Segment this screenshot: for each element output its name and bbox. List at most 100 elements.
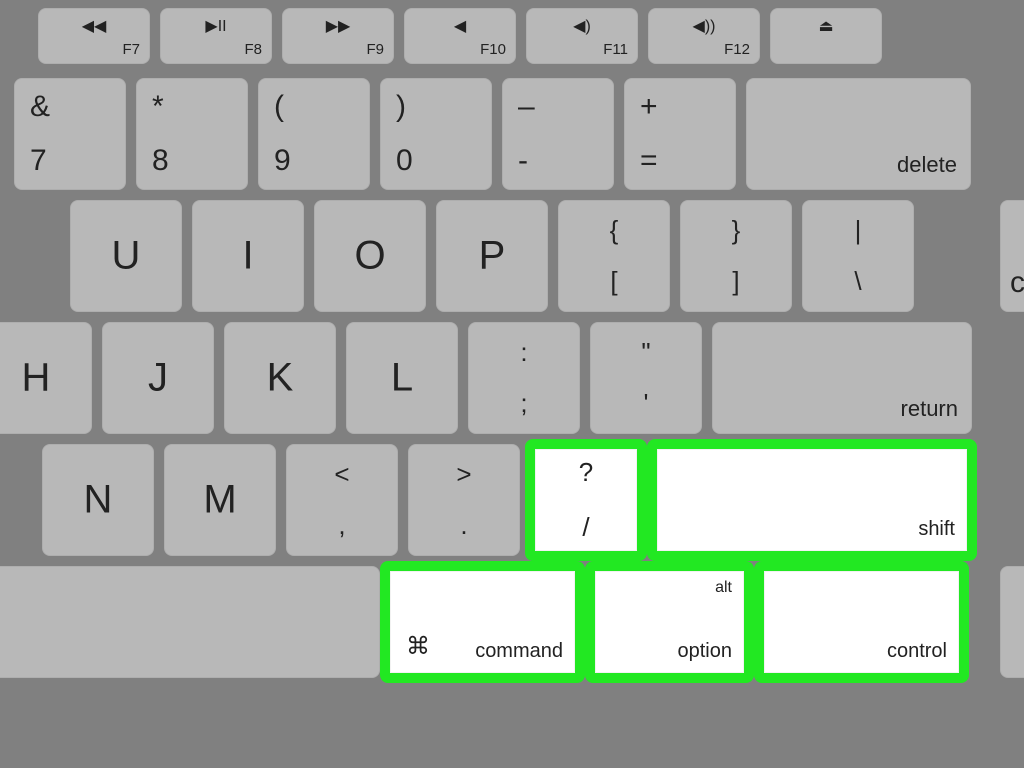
key-symbol: ]: [732, 266, 739, 297]
key-8[interactable]: * 8: [136, 78, 248, 190]
key-symbol: 8: [152, 144, 169, 178]
key-backslash[interactable]: | \: [802, 200, 914, 312]
key-h[interactable]: H: [0, 322, 92, 434]
key-letter: M: [203, 478, 236, 523]
key-partial-right[interactable]: c: [1000, 200, 1024, 312]
key-label: F9: [366, 41, 384, 58]
key-control[interactable]: control: [754, 561, 969, 683]
key-f7[interactable]: ◀◀ F7: [38, 8, 150, 64]
key-letter: U: [112, 234, 141, 279]
key-symbol: >: [456, 459, 471, 490]
key-7[interactable]: & 7: [14, 78, 126, 190]
key-symbol: \: [854, 266, 861, 297]
key-u[interactable]: U: [70, 200, 182, 312]
key-o[interactable]: O: [314, 200, 426, 312]
key-return[interactable]: return: [712, 322, 972, 434]
fastforward-icon: ▶▶: [326, 16, 351, 36]
key-eject[interactable]: ⏏: [770, 8, 882, 64]
volup-icon: ◀)): [693, 16, 716, 36]
key-k[interactable]: K: [224, 322, 336, 434]
key-m[interactable]: M: [164, 444, 276, 556]
key-f11[interactable]: ◀) F11: [526, 8, 638, 64]
key-j[interactable]: J: [102, 322, 214, 434]
key-label: option: [678, 640, 733, 663]
key-command[interactable]: ⌘ command: [380, 561, 585, 683]
key-label: F8: [244, 41, 262, 58]
key-p[interactable]: P: [436, 200, 548, 312]
key-symbol: |: [855, 215, 862, 246]
key-period[interactable]: > .: [408, 444, 520, 556]
key-n[interactable]: N: [42, 444, 154, 556]
key-spacebar-partial[interactable]: [0, 566, 380, 678]
key-symbol: ?: [579, 457, 593, 488]
key-symbol: 7: [30, 144, 47, 178]
key-letter: O: [354, 234, 385, 279]
key-0[interactable]: ) 0: [380, 78, 492, 190]
key-comma[interactable]: < ,: [286, 444, 398, 556]
key-label: F11: [603, 41, 628, 58]
key-f12[interactable]: ◀)) F12: [648, 8, 760, 64]
key-equals[interactable]: + =: [624, 78, 736, 190]
key-quote[interactable]: " ': [590, 322, 702, 434]
key-right-partial[interactable]: [1000, 566, 1024, 678]
key-9[interactable]: ( 9: [258, 78, 370, 190]
key-i[interactable]: I: [192, 200, 304, 312]
key-letter: I: [242, 234, 253, 279]
key-symbol: –: [518, 90, 535, 124]
key-label: control: [887, 640, 947, 663]
key-letter: c: [1010, 266, 1024, 300]
key-letter: L: [391, 356, 413, 401]
key-minus[interactable]: – -: [502, 78, 614, 190]
key-letter: K: [267, 356, 294, 401]
key-symbol: &: [30, 90, 50, 124]
key-label: F7: [122, 41, 140, 58]
key-label: F10: [480, 41, 506, 58]
key-symbol: }: [732, 215, 741, 246]
key-label: command: [475, 640, 563, 663]
key-label: F12: [724, 41, 750, 58]
playpause-icon: ▶II: [205, 16, 226, 36]
key-symbol: :: [520, 337, 527, 368]
key-symbol: -: [518, 144, 528, 178]
key-letter: J: [148, 356, 168, 401]
key-semicolon[interactable]: : ;: [468, 322, 580, 434]
key-slash[interactable]: ? /: [525, 439, 647, 561]
voldown-icon: ◀): [573, 16, 591, 36]
key-symbol: ": [641, 337, 650, 368]
command-icon: ⌘: [406, 632, 430, 661]
key-rbracket[interactable]: } ]: [680, 200, 792, 312]
key-symbol: ': [644, 388, 649, 419]
key-symbol: /: [582, 512, 589, 543]
key-symbol: 9: [274, 144, 291, 178]
key-l[interactable]: L: [346, 322, 458, 434]
key-symbol: =: [640, 144, 658, 178]
key-symbol: .: [460, 510, 467, 541]
key-symbol: ,: [338, 510, 345, 541]
key-f9[interactable]: ▶▶ F9: [282, 8, 394, 64]
key-f10[interactable]: ◀ F10: [404, 8, 516, 64]
key-label: return: [901, 396, 958, 422]
key-letter: H: [22, 356, 51, 401]
eject-icon: ⏏: [818, 16, 833, 36]
key-f8[interactable]: ▶II F8: [160, 8, 272, 64]
key-symbol: *: [152, 90, 164, 124]
key-option[interactable]: alt option: [585, 561, 754, 683]
key-symbol: [: [610, 266, 617, 297]
key-symbol: +: [640, 90, 658, 124]
key-letter: P: [479, 234, 506, 279]
rewind-icon: ◀◀: [82, 16, 107, 36]
key-symbol: 0: [396, 144, 413, 178]
key-symbol: <: [334, 459, 349, 490]
key-label: shift: [918, 518, 955, 541]
mute-icon: ◀: [454, 16, 466, 36]
key-shift[interactable]: shift: [647, 439, 977, 561]
key-alt-label: alt: [715, 579, 732, 597]
key-symbol: ): [396, 90, 406, 124]
key-delete[interactable]: delete: [746, 78, 971, 190]
key-letter: N: [84, 478, 113, 523]
key-symbol: (: [274, 90, 284, 124]
key-symbol: {: [610, 215, 619, 246]
key-label: delete: [897, 152, 957, 178]
key-lbracket[interactable]: { [: [558, 200, 670, 312]
key-symbol: ;: [520, 388, 527, 419]
